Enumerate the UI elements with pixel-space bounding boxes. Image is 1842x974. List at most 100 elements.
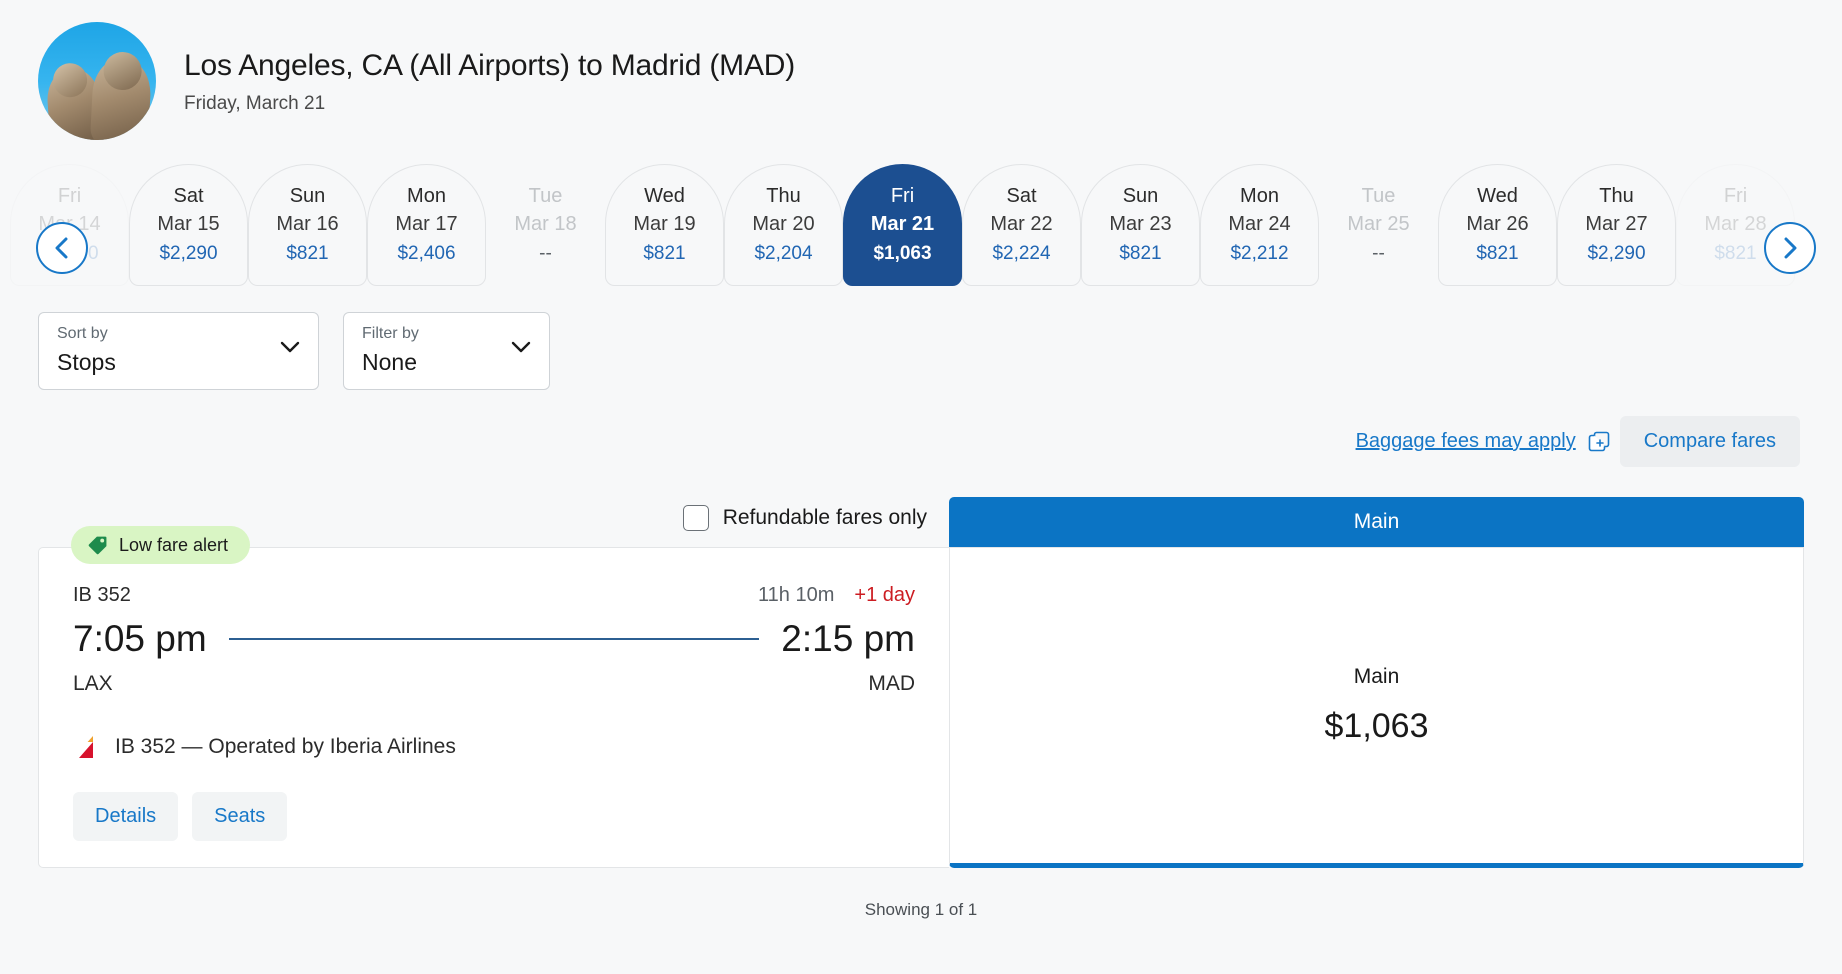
arrival-time: 2:15 pm bbox=[781, 619, 915, 660]
date-option-weekday: Thu bbox=[766, 185, 800, 207]
duration-row: 11h 10m +1 day bbox=[758, 584, 915, 607]
date-option-price: $2,224 bbox=[992, 244, 1050, 265]
refundable-fares-label: Refundable fares only bbox=[723, 506, 927, 530]
date-option-mar-19[interactable]: Wed Mar 19 $821 bbox=[605, 164, 724, 286]
date-option-mar-16[interactable]: SunMar 16$821 bbox=[248, 164, 367, 286]
date-strip: FriMar 14$2,290SatMar 15$2,290SunMar 16$… bbox=[0, 164, 1842, 290]
date-option-price: $821 bbox=[286, 244, 328, 265]
date-option-date: Mar 23 bbox=[1109, 213, 1171, 235]
date-option-date: Mar 21 bbox=[871, 213, 934, 235]
lion-statue-right-icon bbox=[90, 59, 152, 140]
results-count-text: Showing 1 of 1 bbox=[38, 900, 1804, 920]
iberia-logo-icon bbox=[73, 734, 101, 760]
header-text-block: Los Angeles, CA (All Airports) to Madrid… bbox=[184, 47, 795, 115]
date-option-mar-22[interactable]: Sat Mar 22 $2,224 bbox=[962, 164, 1081, 286]
date-option-date: Mar 25 bbox=[1347, 213, 1409, 235]
date-option-price: -- bbox=[1372, 244, 1385, 265]
fare-price: $1,063 bbox=[1325, 707, 1429, 746]
filter-controls: Sort by Stops Filter by None bbox=[0, 290, 1842, 390]
date-option-price: $821 bbox=[1714, 244, 1756, 265]
date-option-price: $821 bbox=[643, 244, 685, 265]
fare-column-header: Main bbox=[949, 497, 1804, 547]
chevron-right-icon bbox=[1782, 236, 1798, 260]
chevron-left-icon bbox=[54, 236, 70, 260]
date-option-mar-25: Tue Mar 25 -- bbox=[1319, 164, 1438, 286]
date-option-date: Mar 15 bbox=[157, 213, 219, 235]
date-option-weekday: Tue bbox=[1362, 185, 1396, 207]
date-option-weekday: Fri bbox=[58, 185, 81, 207]
date-option-mar-20[interactable]: Thu Mar 20 $2,204 bbox=[724, 164, 843, 286]
date-option-mar-15[interactable]: SatMar 15$2,290 bbox=[129, 164, 248, 286]
date-option-price: $2,290 bbox=[1587, 244, 1645, 265]
compare-fares-button[interactable]: Compare fares bbox=[1620, 416, 1800, 467]
date-option-weekday: Mon bbox=[1240, 185, 1279, 207]
date-option-mar-21[interactable]: FriMar 21$1,063 bbox=[843, 164, 962, 286]
results-section: Refundable fares only Main Low fare aler… bbox=[0, 489, 1842, 920]
date-option-price: $2,212 bbox=[1230, 244, 1288, 265]
date-option-price: $1,063 bbox=[873, 244, 931, 265]
date-option-weekday: Tue bbox=[529, 185, 563, 207]
refundable-fares-toggle[interactable]: Refundable fares only bbox=[683, 505, 927, 531]
date-option-date: Mar 28 bbox=[1704, 213, 1766, 235]
flight-results-page: Los Angeles, CA (All Airports) to Madrid… bbox=[0, 0, 1842, 974]
date-option-date: Mar 20 bbox=[752, 213, 814, 235]
operator-row: IB 352 — Operated by Iberia Airlines bbox=[73, 734, 915, 760]
refundable-fares-checkbox[interactable] bbox=[683, 505, 709, 531]
date-option-weekday: Fri bbox=[1724, 185, 1747, 207]
departure-time: 7:05 pm bbox=[73, 619, 207, 660]
page-title: Los Angeles, CA (All Airports) to Madrid… bbox=[184, 47, 795, 85]
results-body: Low fare alert IB 352 11h 10m +1 day 7:0… bbox=[38, 547, 1804, 868]
date-option-date: Mar 26 bbox=[1466, 213, 1528, 235]
page-header: Los Angeles, CA (All Airports) to Madrid… bbox=[0, 0, 1842, 140]
date-option-mar-17[interactable]: MonMar 17$2,406 bbox=[367, 164, 486, 286]
previous-dates-button[interactable] bbox=[36, 222, 88, 274]
next-dates-button[interactable] bbox=[1764, 222, 1816, 274]
details-button[interactable]: Details bbox=[73, 792, 178, 841]
date-option-price: $2,290 bbox=[159, 244, 217, 265]
card-action-buttons: Details Seats bbox=[73, 792, 915, 841]
date-option-weekday: Sun bbox=[290, 185, 326, 207]
date-option-price: $821 bbox=[1476, 244, 1518, 265]
date-option-weekday: Sat bbox=[1006, 185, 1036, 207]
date-option-mar-18: TueMar 18-- bbox=[486, 164, 605, 286]
chevron-down-icon bbox=[280, 341, 300, 353]
date-option-weekday: Sun bbox=[1123, 185, 1159, 207]
filter-by-label: Filter by bbox=[362, 324, 531, 343]
date-option-mar-24[interactable]: MonMar 24$2,212 bbox=[1200, 164, 1319, 286]
flight-duration: 11h 10m bbox=[758, 584, 834, 607]
fare-option-main[interactable]: Main $1,063 bbox=[949, 547, 1804, 868]
date-option-date: Mar 19 bbox=[633, 213, 695, 235]
low-fare-alert-text: Low fare alert bbox=[119, 535, 228, 556]
date-strip-row: FriMar 14$2,290SatMar 15$2,290SunMar 16$… bbox=[10, 164, 1832, 286]
open-in-new-window-icon bbox=[1588, 431, 1610, 453]
iberia-logo-glyph bbox=[73, 734, 101, 760]
flight-times-row: 7:05 pm 2:15 pm bbox=[73, 619, 915, 660]
date-option-mar-26[interactable]: Wed Mar 26 $821 bbox=[1438, 164, 1557, 286]
seats-button[interactable]: Seats bbox=[192, 792, 287, 841]
date-option-mar-27[interactable]: ThuMar 27$2,290 bbox=[1557, 164, 1676, 286]
chevron-down-icon bbox=[511, 341, 531, 353]
date-option-date: Mar 18 bbox=[514, 213, 576, 235]
date-option-weekday: Wed bbox=[1477, 185, 1518, 207]
filter-by-select[interactable]: Filter by None bbox=[343, 312, 550, 390]
date-option-weekday: Wed bbox=[644, 185, 685, 207]
date-option-weekday: Mon bbox=[407, 185, 446, 207]
sort-by-select[interactable]: Sort by Stops bbox=[38, 312, 319, 390]
sort-by-label: Sort by bbox=[57, 324, 300, 343]
date-option-mar-23[interactable]: SunMar 23$821 bbox=[1081, 164, 1200, 286]
arrival-airport-code: MAD bbox=[868, 672, 915, 696]
baggage-fees-link[interactable]: Baggage fees may apply bbox=[1356, 430, 1610, 453]
destination-avatar bbox=[38, 22, 156, 140]
results-header-row: Refundable fares only Main bbox=[38, 489, 1804, 547]
flight-result-card: Low fare alert IB 352 11h 10m +1 day 7:0… bbox=[38, 547, 949, 868]
arrival-day-offset: +1 day bbox=[854, 584, 915, 607]
price-tag-icon bbox=[87, 534, 109, 556]
date-option-date: Mar 17 bbox=[395, 213, 457, 235]
date-option-date: Mar 22 bbox=[990, 213, 1052, 235]
date-option-price: $2,204 bbox=[754, 244, 812, 265]
departure-airport-code: LAX bbox=[73, 672, 113, 696]
baggage-fees-link-text: Baggage fees may apply bbox=[1356, 430, 1576, 453]
flight-path-line bbox=[229, 638, 760, 640]
operator-text: IB 352 — Operated by Iberia Airlines bbox=[115, 735, 456, 759]
airport-codes-row: LAX MAD bbox=[73, 672, 915, 696]
